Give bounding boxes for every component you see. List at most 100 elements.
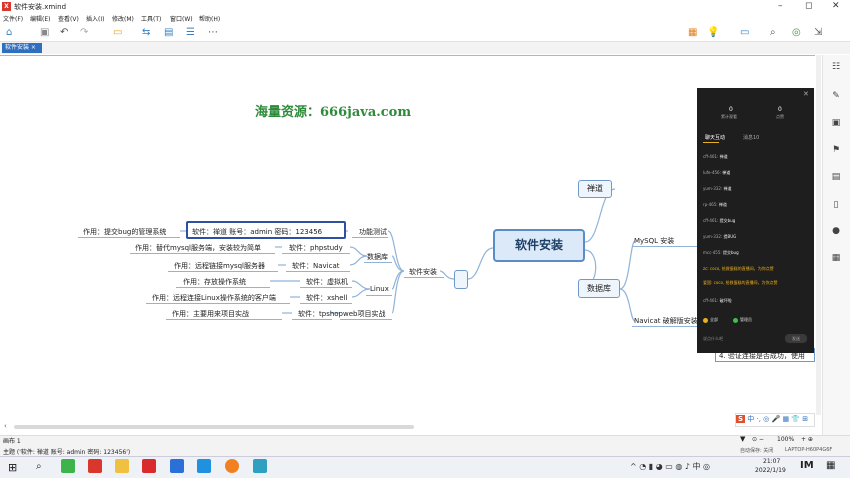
image-icon[interactable]: ▣ (830, 118, 842, 128)
ime-logo-icon: S (736, 415, 746, 423)
format-icon[interactable]: ☷ (830, 62, 842, 72)
topic-mysql-install[interactable]: MySQL 安装 (634, 236, 674, 246)
topic-soft-xshell[interactable]: 软件：xshell (306, 293, 347, 303)
chat-message: cff-461: 破坏啦 (703, 298, 732, 303)
stat-views-value: 0 (729, 106, 733, 113)
software-install-underline (404, 277, 444, 278)
func-test-underline (352, 237, 388, 238)
database-left-underline (364, 262, 392, 263)
chat-send-button[interactable]: 发送 (785, 334, 807, 343)
wechat-icon[interactable] (61, 459, 75, 473)
topic-navicat-crack[interactable]: Navicat 破解版安装 (634, 316, 698, 326)
notifications-icon[interactable]: ▦ (826, 460, 835, 471)
zoom-in-icon[interactable]: + ⊕ (801, 436, 813, 443)
autosave-status: 自动保存: 关闭 (740, 448, 774, 454)
windows-start-icon[interactable]: ⊞ (8, 461, 17, 474)
chat-message: yum-332: 禅道 (703, 186, 732, 191)
wps-icon[interactable] (142, 459, 156, 473)
topic-func-test[interactable]: 功能测试 (359, 227, 387, 237)
desc-navicat-underline (168, 271, 278, 272)
app-tray-icon[interactable]: IM (800, 460, 814, 471)
sheet-tab[interactable]: 画布 1 (3, 436, 21, 445)
chat-message: zc: coco, 抢救蛋糕的直播间，为你点赞 (703, 266, 774, 271)
soft-xshell-underline (300, 303, 352, 304)
soft-phpstudy-underline (282, 253, 350, 254)
stat-likes-label: 点赞 (776, 114, 784, 119)
clock-time: 21:07 (763, 458, 781, 465)
task-icon[interactable]: ▦ (830, 253, 842, 263)
app-orange-icon[interactable] (225, 459, 239, 473)
chat-tab-msg[interactable]: 消息10 (743, 134, 759, 141)
topic-web-project[interactable]: web项目实战 (343, 309, 385, 319)
topic-collapsed-box[interactable] (454, 270, 468, 289)
desc-vm-underline (176, 287, 270, 288)
stat-likes-value: 0 (778, 106, 782, 113)
system-tray-icons[interactable]: ^ ◔ ▮ ◕ ▭ ◍ ♪ 中 ◎ (630, 461, 710, 472)
live-chat-panel: ✕ 0 累计观看 0 点赞 聊天互动 消息10 cff-461: 禅道 lufe… (697, 88, 814, 353)
clock-date: 2022/1/19 (755, 467, 786, 474)
chat-message: cff-461: 提交bug (703, 218, 736, 223)
topic-soft-phpstudy[interactable]: 软件：phpstudy (289, 243, 343, 253)
topic-desc-xshell[interactable]: 作用：远程连接Linux操作系统的客户端 (152, 293, 276, 303)
mysql-underline (632, 246, 700, 247)
ime-toolbar[interactable]: S 中 ·, ◎ 🎤 ▦ 👕 ⊞ (735, 413, 815, 427)
desc-xshell-underline (146, 303, 290, 304)
chat-message: 爱国: coco, 抢救蛋糕的直播间，为你点赞 (703, 280, 778, 285)
topic-database-left[interactable]: 数据库 (367, 252, 388, 262)
topic-desc-tpshop[interactable]: 作用：主要用来项目实战 (172, 309, 249, 319)
topic-database[interactable]: 数据库 (578, 279, 620, 298)
soft-tpshop-underline (292, 319, 332, 320)
linux-underline (366, 295, 392, 296)
topic-software-install[interactable]: 软件安装 (409, 267, 437, 277)
chat-input[interactable]: 说点什么吧 (703, 336, 723, 342)
browser-icon[interactable] (197, 459, 211, 473)
chat-message: cff-461: 禅道 (703, 154, 728, 159)
zoom-level[interactable]: 100% (777, 436, 794, 443)
chat-close-icon[interactable]: ✕ (803, 90, 809, 98)
vertical-scrollbar[interactable] (816, 55, 821, 415)
comment-icon[interactable]: ● (830, 226, 842, 236)
chat-message: mcc-455: 提交bug (703, 250, 739, 255)
desc-phpstudy-underline (130, 253, 275, 254)
topic-desc-chandao[interactable]: 作用：提交bug的管理系统 (83, 227, 166, 237)
style-brush-icon[interactable]: ✎ (830, 91, 842, 101)
stat-views-label: 累计观看 (721, 114, 737, 119)
chat-message: rp-465: 禅道 (703, 202, 727, 207)
topic-desc-vm[interactable]: 作用：存放操作系统 (183, 277, 246, 287)
navicat-underline (632, 326, 700, 327)
filter-all[interactable]: 全部 (710, 317, 718, 323)
central-topic[interactable]: 软件安装 (493, 229, 585, 262)
topic-desc-phpstudy[interactable]: 作用：替代mysql服务端，安装较为简单 (135, 243, 261, 253)
web-project-underline (340, 319, 392, 320)
chat-tab-live[interactable]: 聊天互动 (705, 134, 725, 141)
topic-soft-tpshop[interactable]: 软件：tpshop (298, 309, 343, 319)
xmind-taskbar-icon[interactable] (88, 459, 102, 473)
file-explorer-icon[interactable] (115, 459, 129, 473)
chat-message: lufe-456: 禅道 (703, 170, 731, 175)
desc-tpshop-underline (166, 319, 282, 320)
status-topic: 主题 ('软件: 禅道 账号: admin 密码: 123456') (3, 449, 131, 456)
topic-linux[interactable]: Linux (370, 285, 389, 293)
topic-soft-navicat[interactable]: 软件：Navicat (292, 261, 340, 271)
search-taskbar-icon[interactable]: ⌕ (36, 461, 42, 472)
topic-soft-chandao[interactable]: 软件：禅道 账号：admin 密码：123456 (192, 227, 322, 237)
filter-all-dot-icon (703, 318, 708, 323)
topic-soft-vm[interactable]: 软件：虚拟机 (306, 277, 348, 287)
desc-chandao-underline (78, 237, 180, 238)
topic-desc-navicat[interactable]: 作用：远程链接mysql服务器 (174, 261, 265, 271)
filter-icon[interactable]: ▼ (740, 435, 745, 443)
filter-admin-dot-icon (733, 318, 738, 323)
topic-chandao[interactable]: 禅道 (578, 180, 612, 198)
filter-admin[interactable]: 管理员 (740, 317, 752, 323)
zoom-out-icon[interactable]: ⊙ − (752, 436, 764, 443)
sticker-icon[interactable]: ▤ (830, 172, 842, 182)
chat-tab-indicator (703, 142, 719, 143)
word-icon[interactable] (170, 459, 184, 473)
computer-name: LAPTOP-H60P4G6F (785, 447, 833, 453)
flag-icon[interactable]: ⚑ (830, 145, 842, 155)
app-blue-icon[interactable] (253, 459, 267, 473)
chat-message: yum-332: 提BUG (703, 234, 737, 239)
note-icon[interactable]: ▯ (830, 200, 842, 210)
scroll-left-icon[interactable]: ‹ (4, 422, 7, 430)
horizontal-scrollbar[interactable] (14, 425, 414, 429)
